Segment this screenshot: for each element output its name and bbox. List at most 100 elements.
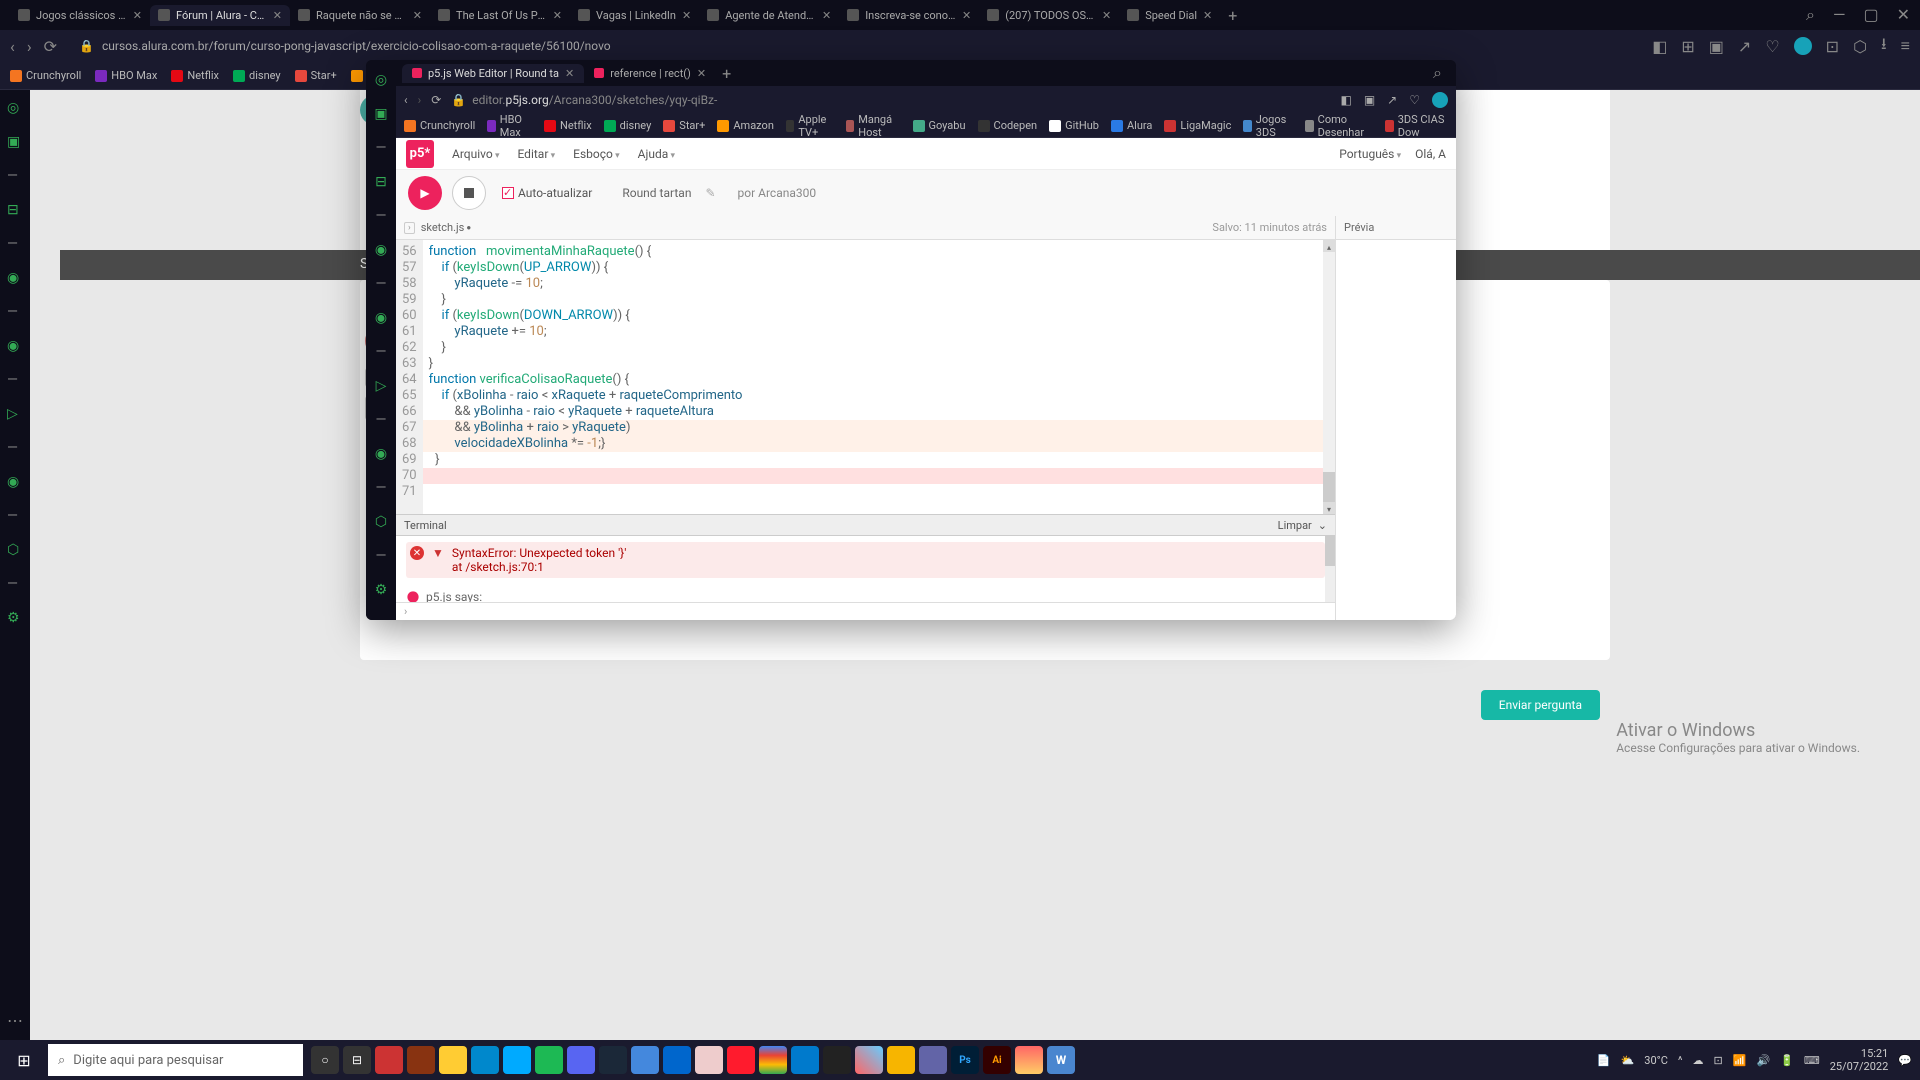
rail-icon[interactable]: ◎ — [375, 72, 387, 88]
new-tab-button[interactable]: + — [722, 64, 731, 83]
forward-button[interactable]: › — [418, 93, 422, 107]
menu-icon[interactable]: ≡ — [1901, 36, 1910, 56]
auto-refresh-checkbox[interactable]: Auto-atualizar — [502, 186, 592, 200]
bookmark-item[interactable]: Goyabu — [913, 119, 966, 132]
bookmark-item[interactable]: Codepen — [978, 119, 1038, 132]
task-mail-icon[interactable] — [471, 1046, 499, 1074]
bookmark-item[interactable]: Crunchyroll — [404, 119, 475, 132]
browser-tab[interactable]: Jogos clássicos parte 1✕ — [10, 5, 150, 26]
browser-tab[interactable]: p5.js Web Editor | Round ta✕ — [402, 64, 584, 83]
menu-item-arquivo[interactable]: Arquivo — [452, 147, 499, 161]
task-teams-icon[interactable] — [919, 1046, 947, 1074]
rail-twitch-icon[interactable]: ⊟ — [7, 202, 23, 218]
task-spotify-icon[interactable] — [535, 1046, 563, 1074]
rail-icon[interactable]: ◎ — [7, 100, 23, 116]
browser-tab[interactable]: The Last Of Us Part I - P✕ — [430, 5, 570, 26]
rail-icon[interactable]: — — [7, 440, 23, 456]
close-tab-icon[interactable]: ✕ — [822, 9, 831, 22]
rail-icon[interactable]: ◉ — [7, 474, 23, 490]
profile-avatar[interactable] — [1432, 92, 1448, 108]
stop-button[interactable] — [452, 176, 486, 210]
browser-tab[interactable]: Speed Dial✕ — [1119, 5, 1220, 26]
rail-twitch-icon[interactable]: ⊟ — [375, 174, 387, 190]
rail-icon[interactable]: ◉ — [375, 310, 387, 326]
minimize-icon[interactable]: — — [1833, 5, 1846, 25]
tray-app-icon[interactable]: ⊡ — [1714, 1054, 1723, 1067]
browser-tab[interactable]: Agente de Atendimento✕ — [699, 5, 839, 26]
bookmark-item[interactable]: Alura — [1111, 119, 1152, 132]
bookmark-item[interactable]: Como Desenhar — [1305, 113, 1373, 139]
rail-icon[interactable]: ◉ — [7, 338, 23, 354]
back-button[interactable]: ‹ — [10, 37, 15, 56]
volume-icon[interactable]: 🔊 — [1756, 1054, 1770, 1067]
bookmark-item[interactable]: LigaMagic — [1164, 119, 1231, 132]
task-chrome-icon[interactable] — [759, 1046, 787, 1074]
clear-terminal-button[interactable]: Limpar — [1278, 519, 1312, 532]
close-tab-icon[interactable]: ✕ — [133, 9, 142, 22]
qr-icon[interactable]: ◧ — [1652, 37, 1667, 56]
close-tab-icon[interactable]: ✕ — [1203, 9, 1212, 22]
bookmark-item[interactable]: GitHub — [1049, 119, 1099, 132]
task-app-icon[interactable] — [1015, 1046, 1043, 1074]
task-explorer-icon[interactable] — [439, 1046, 467, 1074]
user-greeting[interactable]: Olá, A — [1415, 147, 1446, 161]
language-indicator[interactable]: ⌨ — [1804, 1054, 1820, 1067]
clock[interactable]: 15:21 25/07/2022 — [1830, 1047, 1889, 1073]
search-icon[interactable]: ⌕ — [1806, 5, 1815, 25]
rail-icon[interactable]: — — [376, 276, 387, 292]
profile-avatar[interactable] — [1794, 37, 1812, 55]
reload-button[interactable]: ⟳ — [44, 37, 57, 56]
bookmark-item[interactable]: Netflix — [544, 119, 592, 132]
rail-icon[interactable]: — — [376, 548, 387, 564]
rail-whatsapp-icon[interactable]: ◉ — [375, 242, 387, 258]
rail-icon[interactable]: — — [376, 208, 387, 224]
rail-icon[interactable]: ▣ — [7, 134, 23, 150]
bookmark-item[interactable]: HBO Max — [487, 113, 532, 139]
collapse-terminal-icon[interactable]: ⌄ — [1318, 519, 1327, 532]
task-sublime-icon[interactable] — [887, 1046, 915, 1074]
close-tab-icon[interactable]: ✕ — [1102, 9, 1111, 22]
rail-icon[interactable]: — — [376, 412, 387, 428]
code-editor[interactable]: 56575859606162636465666768697071 functio… — [396, 240, 1335, 514]
sketch-name[interactable]: Round tartan — [622, 186, 691, 200]
rail-icon[interactable]: — — [376, 480, 387, 496]
rail-icon[interactable]: — — [7, 576, 23, 592]
browser-tab[interactable]: Raquete não se mexe |✕ — [290, 5, 430, 26]
task-steam-icon[interactable] — [599, 1046, 627, 1074]
browser-tab[interactable]: Fórum | Alura - Cursos o✕ — [150, 5, 290, 26]
task-opera-icon[interactable] — [727, 1046, 755, 1074]
collapse-error-icon[interactable]: ▼ — [432, 546, 444, 574]
extensions-icon[interactable]: ⊡ — [1826, 37, 1839, 56]
file-name[interactable]: sketch.js — [421, 221, 465, 234]
close-tab-icon[interactable]: ✕ — [697, 67, 706, 80]
rail-cube-icon[interactable]: ⬡ — [375, 514, 387, 530]
terminal-scrollbar[interactable] — [1325, 536, 1335, 602]
rail-cube-icon[interactable]: ⬡ — [7, 542, 23, 558]
edit-name-icon[interactable]: ✎ — [705, 186, 715, 200]
menu-item-esboço[interactable]: Esboço — [573, 147, 619, 161]
task-discord-icon[interactable] — [567, 1046, 595, 1074]
task-app-icon[interactable] — [503, 1046, 531, 1074]
browser-tab[interactable]: Vagas | LinkedIn✕ — [570, 5, 699, 26]
rail-gear-icon[interactable]: ⚙ — [7, 610, 23, 626]
bookmark-item[interactable]: 3DS CIAS Dow — [1385, 113, 1448, 139]
browser-tab[interactable]: reference | rect()✕ — [584, 64, 716, 83]
rail-play-icon[interactable]: ▷ — [376, 378, 387, 394]
bookmark-item[interactable]: Star+ — [663, 119, 705, 132]
heart-icon[interactable]: ♡ — [1409, 93, 1420, 107]
screenshot-icon[interactable]: ▣ — [1709, 37, 1724, 56]
play-button[interactable]: ▶ — [408, 176, 442, 210]
taskbar-search[interactable]: ⌕ Digite aqui para pesquisar — [48, 1044, 303, 1076]
bookmark-item[interactable]: disney — [233, 69, 281, 82]
weather-temp[interactable]: 30°C — [1644, 1054, 1668, 1067]
forward-button[interactable]: › — [27, 37, 32, 56]
menu-item-editar[interactable]: Editar — [517, 147, 555, 161]
rail-icon[interactable]: ◉ — [375, 446, 387, 462]
rail-icon[interactable]: — — [7, 508, 23, 524]
cube-icon[interactable]: ⬡ — [1853, 37, 1867, 56]
bookmark-item[interactable]: Star+ — [295, 69, 337, 82]
terminal-input[interactable]: › — [396, 602, 1335, 620]
bookmark-item[interactable]: Amazon — [717, 119, 774, 132]
rail-icon[interactable]: ▣ — [374, 106, 387, 122]
url-field[interactable]: 🔒 cursos.alura.com.br/forum/curso-pong-j… — [69, 35, 1640, 57]
